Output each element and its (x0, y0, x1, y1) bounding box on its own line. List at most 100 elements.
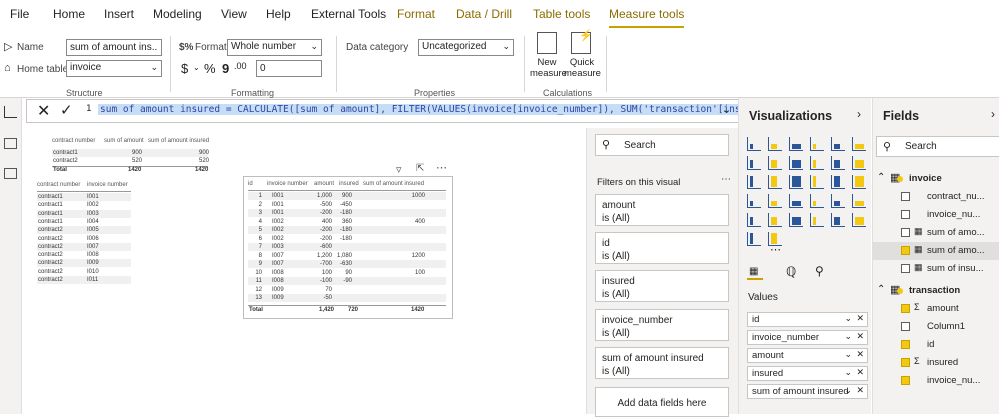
visual-type-icon[interactable] (747, 175, 761, 189)
summary-table[interactable]: contract number sum of amount sum of amo… (52, 138, 212, 178)
tab-modeling[interactable]: Modeling (153, 7, 202, 21)
chevron-down-icon[interactable]: ⌄ (844, 367, 852, 378)
visual-type-icon[interactable] (747, 137, 761, 151)
field-table-transaction[interactable]: ⌃ ▦ transaction (873, 282, 999, 300)
name-input[interactable] (66, 39, 162, 56)
filter-card-amount[interactable]: amount is (All) (595, 194, 729, 226)
format-paint-icon[interactable]: ℚ (786, 264, 796, 280)
new-measure-button[interactable]: New measure (530, 57, 567, 79)
tab-help[interactable]: Help (266, 7, 291, 21)
chevron-down-icon[interactable]: ⌄ (844, 331, 852, 342)
data-view-icon[interactable] (4, 138, 17, 149)
close-icon[interactable]: ✕ (856, 367, 864, 378)
visual-type-icon[interactable] (789, 156, 803, 170)
visual-type-icon[interactable] (747, 156, 761, 170)
visual-type-icon[interactable] (768, 175, 782, 189)
visual-type-icon[interactable] (852, 137, 866, 151)
chevron-up-icon[interactable]: ⌃ (877, 284, 885, 295)
add-data-fields-dropzone[interactable]: Add data fields here (595, 387, 729, 417)
visual-type-icon[interactable] (789, 137, 803, 151)
visual-type-icon[interactable] (747, 194, 761, 208)
close-icon[interactable]: ✕ (856, 313, 864, 324)
visual-type-icon[interactable] (852, 213, 866, 227)
checkbox[interactable] (901, 264, 910, 273)
checkbox[interactable] (901, 246, 910, 255)
analytics-icon[interactable]: ⚲ (815, 264, 824, 278)
field-item[interactable]: ▦ sum of amo... (873, 242, 999, 260)
visual-type-icon[interactable] (852, 156, 866, 170)
chevron-down-icon[interactable]: ⌄ (722, 103, 731, 116)
visual-type-icon[interactable] (831, 194, 845, 208)
calculator-icon[interactable] (537, 32, 557, 54)
visual-type-icon[interactable] (831, 175, 845, 189)
values-well-sum-of-amount-insured[interactable]: sum of amount insured ⌄ ✕ (747, 384, 868, 399)
tab-format[interactable]: Format (397, 7, 435, 21)
visual-type-icon[interactable] (789, 194, 803, 208)
visual-type-icon[interactable] (789, 175, 803, 189)
field-item[interactable]: Column1 (873, 318, 999, 336)
visual-type-icon[interactable] (831, 213, 845, 227)
values-well-amount[interactable]: amount ⌄ ✕ (747, 348, 868, 363)
visual-type-icon[interactable] (810, 213, 824, 227)
visual-type-icon[interactable] (768, 137, 782, 151)
report-view-icon[interactable] (4, 106, 17, 118)
visual-type-icon[interactable] (810, 175, 824, 189)
comma-button[interactable]: 9 (222, 61, 229, 76)
visual-type-icon[interactable] (810, 137, 824, 151)
filter-card-invoice-number[interactable]: invoice_number is (All) (595, 309, 729, 341)
checkbox[interactable] (901, 358, 910, 367)
field-table-invoice[interactable]: ⌃ ▦ invoice (873, 170, 999, 188)
close-icon[interactable]: ✕ (856, 349, 864, 360)
tab-external-tools[interactable]: External Tools (311, 7, 386, 21)
focus-mode-icon[interactable]: ⇱ (416, 163, 424, 174)
checkbox[interactable] (901, 304, 910, 313)
filter-card-sum-of-amount-insured[interactable]: sum of amount insured is (All) (595, 347, 729, 379)
visual-type-icon[interactable] (831, 156, 845, 170)
tab-file[interactable]: File (10, 7, 29, 21)
decimal-adjust-icon[interactable]: .00 (234, 61, 247, 71)
filter-icon[interactable]: ▿ (396, 163, 402, 176)
quick-measure-icon[interactable]: ⚡ (571, 30, 593, 54)
visual-type-icon[interactable] (810, 156, 824, 170)
more-options-icon[interactable]: ⋯ (770, 243, 781, 256)
visual-type-icon[interactable] (768, 213, 782, 227)
visual-type-icon[interactable] (747, 213, 761, 227)
formula-text[interactable]: sum of amount insured = CALCULATE([sum o… (98, 104, 812, 115)
close-icon[interactable]: ✕ (37, 101, 50, 121)
currency-button[interactable]: $ (181, 61, 188, 76)
field-item[interactable]: Σamount (873, 300, 999, 318)
model-view-icon[interactable] (4, 168, 17, 179)
visual-type-icon[interactable] (768, 156, 782, 170)
chevron-up-icon[interactable]: ⌃ (877, 172, 885, 183)
checkbox[interactable] (901, 228, 910, 237)
chevron-right-icon[interactable]: › (991, 107, 995, 121)
visual-type-icon[interactable] (831, 137, 845, 151)
fields-search-input[interactable]: ⚲ Search (876, 136, 999, 157)
checkbox[interactable] (901, 376, 910, 385)
more-options-icon[interactable]: ⋯ (721, 174, 731, 185)
tab-measure-tools[interactable]: Measure tools (609, 7, 685, 28)
chevron-down-icon[interactable]: ⌄ (844, 313, 852, 324)
filter-card-id[interactable]: id is (All) (595, 232, 729, 264)
field-item[interactable]: invoice_nu... (873, 372, 999, 390)
close-icon[interactable]: ✕ (856, 385, 864, 396)
format-select[interactable]: Whole number ⌄ (227, 39, 322, 56)
fields-tab-icon[interactable]: ▦ (747, 266, 763, 280)
check-icon[interactable]: ✓ (60, 101, 73, 119)
visual-type-icon[interactable] (852, 175, 866, 189)
quick-measure-button[interactable]: Quick measure (564, 57, 601, 79)
field-item[interactable]: ▦ sum of amo... (873, 224, 999, 242)
checkbox[interactable] (901, 322, 910, 331)
decimals-input[interactable] (256, 60, 322, 77)
percent-button[interactable]: % (204, 61, 216, 76)
chevron-down-icon[interactable]: ⌄ (844, 349, 852, 360)
visual-type-icon[interactable] (747, 232, 761, 246)
field-item[interactable]: invoice_nu... (873, 206, 999, 224)
close-icon[interactable]: ✕ (856, 331, 864, 342)
chevron-down-icon[interactable]: ⌄ (193, 63, 200, 72)
visual-type-icon[interactable] (810, 194, 824, 208)
visual-type-icon[interactable] (768, 194, 782, 208)
transaction-table[interactable]: id invoice number amount insured sum of … (248, 181, 448, 315)
tab-view[interactable]: View (221, 7, 247, 21)
tab-insert[interactable]: Insert (104, 7, 134, 21)
